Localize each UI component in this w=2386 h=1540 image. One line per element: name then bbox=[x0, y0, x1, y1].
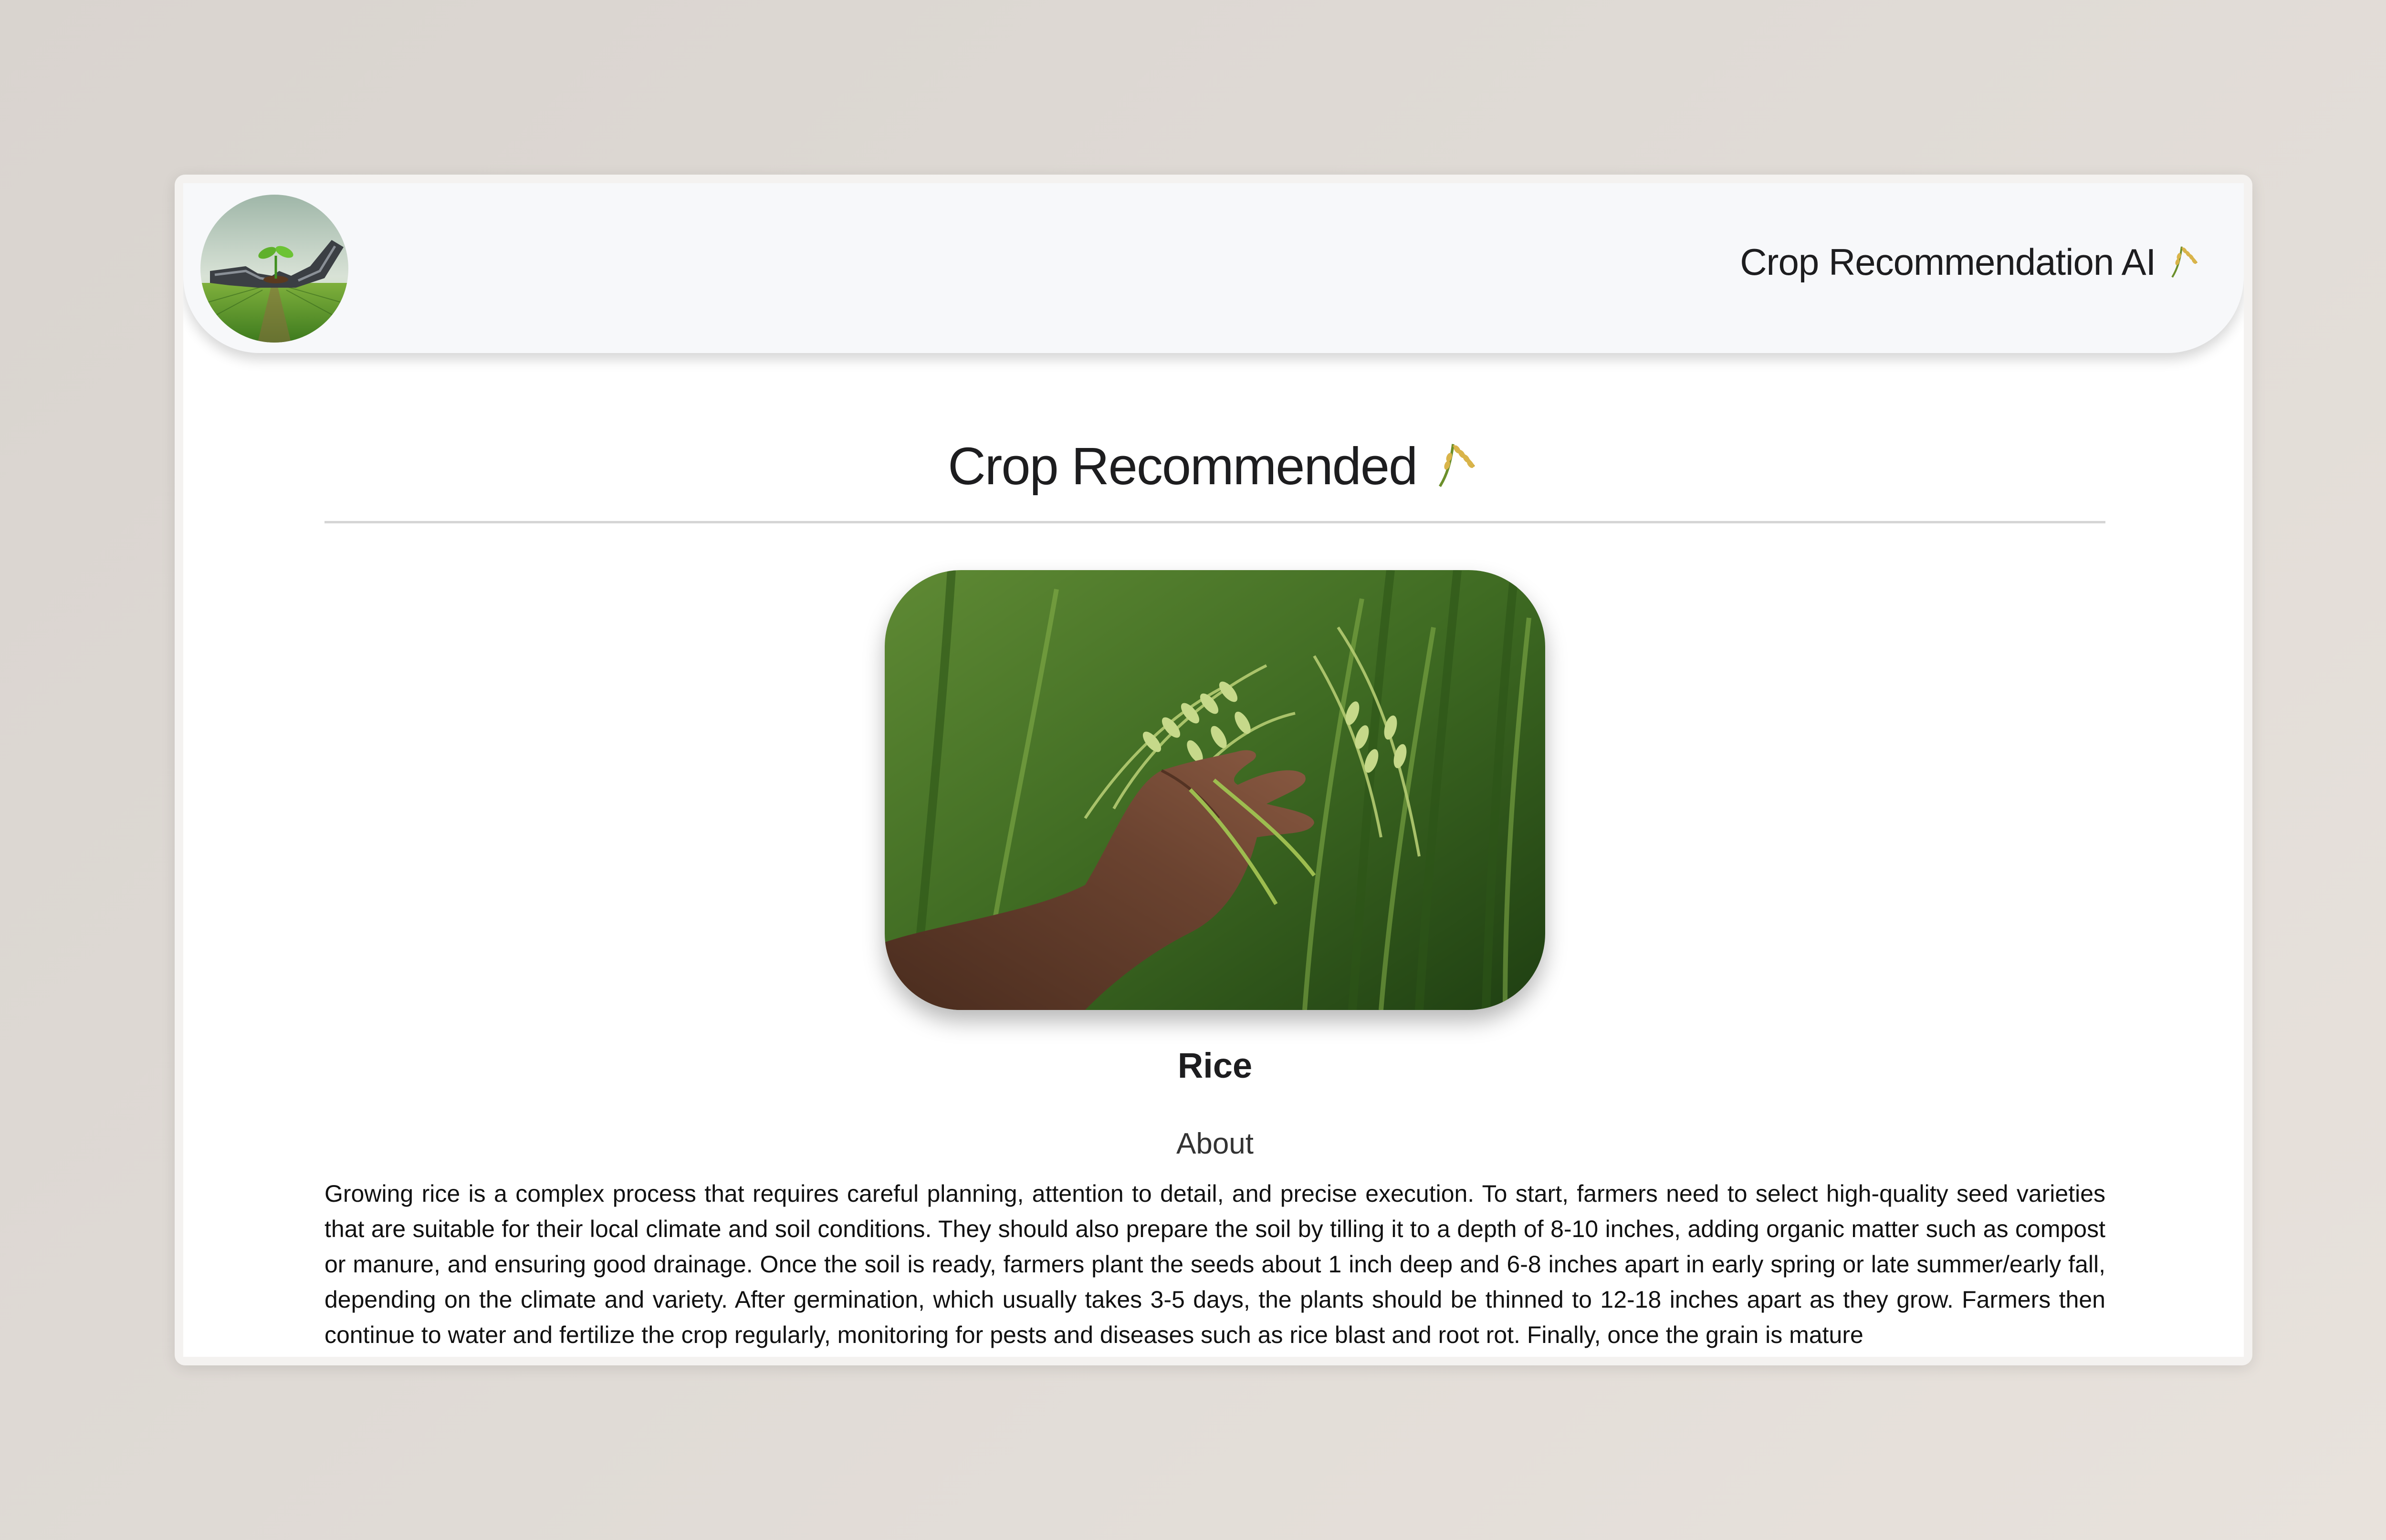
page-viewport[interactable]: Crop Recommendation AI Crop Recommended … bbox=[183, 183, 2244, 1357]
about-heading: About bbox=[1176, 1127, 1254, 1161]
crop-name: Rice bbox=[1177, 1046, 1253, 1086]
crop-image bbox=[885, 570, 1545, 1010]
brand-title-text: Crop Recommendation AI bbox=[1740, 241, 2156, 283]
rice-ear-icon bbox=[2166, 242, 2203, 288]
browser-window: Crop Recommendation AI Crop Recommended … bbox=[175, 175, 2252, 1365]
navbar: Crop Recommendation AI bbox=[183, 183, 2244, 353]
heading-divider bbox=[324, 521, 2105, 524]
main-content: Crop Recommended Rice About Growing rice… bbox=[324, 353, 2105, 1353]
rice-ear-icon bbox=[1431, 437, 1482, 503]
page-title: Crop Recommended bbox=[324, 435, 2105, 503]
about-paragraph: Growing rice is a complex process that r… bbox=[324, 1180, 2105, 1349]
brand-title[interactable]: Crop Recommendation AI bbox=[1740, 240, 2203, 288]
logo-robot-hand-icon[interactable] bbox=[200, 195, 348, 343]
page-title-text: Crop Recommended bbox=[948, 437, 1418, 496]
